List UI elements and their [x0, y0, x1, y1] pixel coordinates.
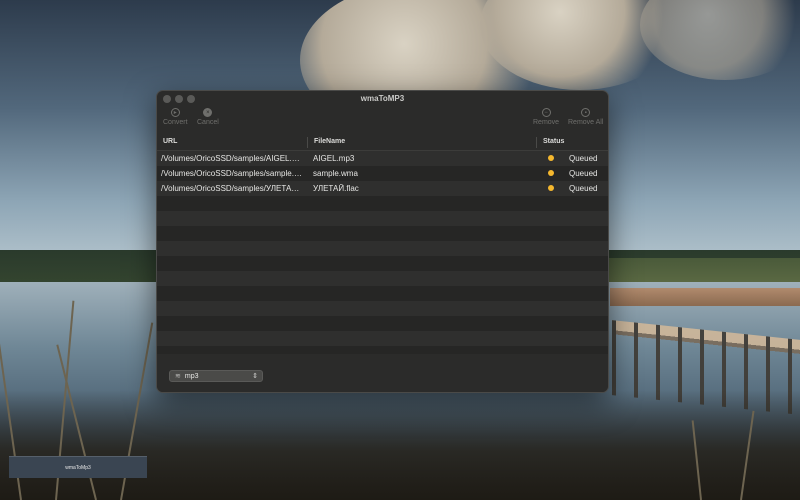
table-row[interactable]: /Volumes/OricoSSD/samples/УЛЕТАЙ.flac УЛ… [157, 181, 608, 196]
minus-circle-icon: − [541, 108, 551, 117]
empty-row [157, 286, 608, 301]
stop-circle-icon: ▪ [581, 108, 591, 117]
title-bar[interactable]: wmaToMP3 [157, 91, 608, 107]
output-format-value: mp3 [184, 372, 199, 380]
column-header-url[interactable]: URL [163, 138, 177, 145]
table-row[interactable]: /Volumes/OricoSSD/samples/sample.wma sam… [157, 166, 608, 181]
cell-url: /Volumes/OricoSSD/samples/AIGEL.mp3 [161, 154, 303, 163]
cell-filename: AIGEL.mp3 [313, 154, 355, 163]
status-dot-icon [548, 170, 554, 176]
cell-filename: sample.wma [313, 169, 358, 178]
empty-row [157, 316, 608, 331]
wallpaper-rocks [610, 288, 800, 306]
window-title: wmaToMP3 [360, 94, 405, 103]
column-header-status[interactable]: Status [543, 138, 564, 145]
cancel-button[interactable]: × Cancel [197, 108, 219, 126]
empty-row [157, 226, 608, 241]
table-row[interactable]: /Volumes/OricoSSD/samples/AIGEL.mp3 AIGE… [157, 151, 608, 166]
cancel-label: Cancel [197, 119, 219, 126]
toolbar: ▸ Convert × Cancel − Remove ▪ Remove All [157, 107, 608, 133]
empty-row [157, 196, 608, 211]
column-header-filename[interactable]: FileName [314, 138, 345, 145]
footer-bar: ≋ mp3 ⇕ [157, 354, 608, 392]
minimized-window-thumbnail[interactable]: wmaToMp3 [9, 456, 147, 478]
empty-row [157, 301, 608, 316]
remove-all-label: Remove All [568, 119, 604, 126]
column-divider[interactable] [536, 137, 537, 148]
status-dot-icon [548, 155, 554, 161]
empty-row [157, 211, 608, 226]
empty-row [157, 271, 608, 286]
column-divider[interactable] [307, 137, 308, 148]
remove-all-button[interactable]: ▪ Remove All [568, 108, 603, 126]
play-circle-icon: ▸ [170, 108, 180, 117]
remove-button[interactable]: − Remove [533, 108, 559, 126]
minimized-window-label: wmaToMp3 [65, 464, 91, 471]
cell-url: /Volumes/OricoSSD/samples/sample.wma [161, 169, 303, 178]
cell-status: Queued [569, 154, 598, 163]
empty-row [157, 331, 608, 346]
waveform-icon: ≋ [175, 373, 181, 380]
chevron-updown-icon: ⇕ [252, 373, 258, 380]
x-circle-icon: × [203, 108, 213, 117]
empty-row [157, 256, 608, 271]
wallpaper-reeds [0, 390, 800, 500]
convert-label: Convert [163, 119, 188, 126]
cell-filename: УЛЕТАЙ.flac [313, 184, 359, 193]
table-body: /Volumes/OricoSSD/samples/AIGEL.mp3 AIGE… [157, 151, 608, 361]
cell-status: Queued [569, 169, 598, 178]
app-window: wmaToMP3 ▸ Convert × Cancel − Remove ▪ R… [156, 90, 609, 393]
cell-url: /Volumes/OricoSSD/samples/УЛЕТАЙ.flac [161, 184, 303, 193]
cell-status: Queued [569, 184, 598, 193]
output-format-select[interactable]: ≋ mp3 ⇕ [169, 370, 263, 382]
convert-button[interactable]: ▸ Convert [163, 108, 188, 126]
remove-label: Remove [533, 119, 560, 126]
status-dot-icon [548, 185, 554, 191]
file-table: URL FileName Status /Volumes/OricoSSD/sa… [157, 134, 608, 361]
table-header: URL FileName Status [157, 134, 608, 151]
empty-row [157, 241, 608, 256]
